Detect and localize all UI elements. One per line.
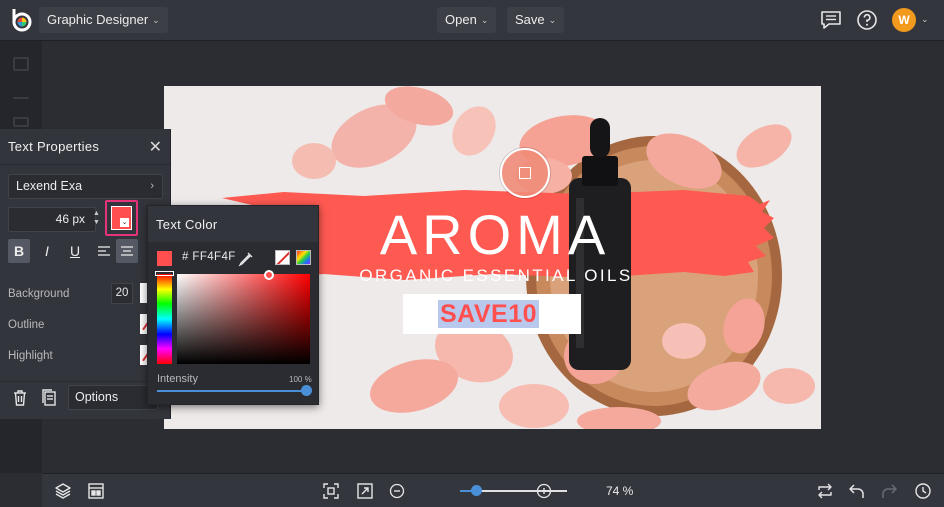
redo-icon[interactable] — [880, 482, 898, 500]
design-subtitle-text[interactable]: ORGANIC ESSENTIAL OILS — [352, 266, 640, 286]
no-color-button[interactable] — [275, 250, 290, 265]
help-icon[interactable] — [856, 9, 878, 31]
workspace-dropdown[interactable]: Graphic Designer ⌄ — [39, 7, 168, 33]
font-size-stepper[interactable]: ▲ ▼ — [93, 209, 100, 227]
promo-code-text[interactable]: SAVE10 — [438, 300, 540, 328]
hex-input[interactable]: # FF4F4F — [182, 251, 236, 263]
trash-icon[interactable] — [9, 387, 31, 409]
current-color-swatch — [157, 251, 172, 266]
open-label: Open — [445, 12, 477, 27]
underline-button[interactable]: U — [64, 239, 86, 263]
duplicate-icon[interactable] — [38, 387, 60, 409]
zoom-out-icon[interactable] — [388, 482, 406, 500]
history-icon[interactable] — [914, 482, 932, 500]
eyedropper-icon[interactable] — [238, 251, 254, 267]
hex-value: FF4F4F — [192, 251, 236, 263]
close-icon[interactable]: ✕ — [149, 137, 162, 157]
options-button[interactable]: Options — [68, 385, 158, 410]
fit-to-screen-icon[interactable] — [322, 482, 340, 500]
color-palette-button[interactable] — [296, 250, 311, 265]
text-properties-panel: Text Properties ✕ Lexend Exa › 46 px ▲ ▼ … — [0, 129, 171, 419]
saturation-value-picker[interactable] — [177, 274, 310, 364]
open-menu-button[interactable]: Open ⌄ — [437, 7, 497, 33]
bottom-bar: 74 % — [42, 473, 944, 507]
divider — [0, 381, 171, 382]
chevron-down-icon: ⌄ — [120, 218, 129, 227]
intensity-slider-track[interactable] — [157, 390, 307, 392]
image-tool-icon[interactable] — [13, 57, 29, 71]
chevron-down-icon: ⌄ — [480, 15, 489, 25]
font-size-input[interactable]: 46 px — [8, 207, 96, 232]
zoom-slider-handle[interactable] — [471, 485, 483, 496]
hue-slider[interactable] — [157, 274, 172, 364]
chevron-down-icon: ⌄ — [152, 15, 160, 25]
befunky-logo-icon[interactable] — [9, 8, 33, 32]
text-color-popup: Text Color # FF4F4F Intensity 100 % — [147, 205, 319, 405]
hex-prefix: # — [182, 251, 189, 263]
adjust-tool-icon[interactable] — [13, 89, 29, 99]
align-center-icon[interactable] — [116, 239, 138, 263]
undo-icon[interactable] — [848, 482, 866, 500]
background-label: Background — [8, 288, 70, 300]
user-avatar[interactable]: W — [892, 8, 916, 32]
chevron-down-icon[interactable]: ⌄ — [921, 14, 929, 25]
color-picker-handle[interactable] — [264, 270, 274, 280]
highlight-label: Highlight — [8, 350, 53, 362]
outline-label: Outline — [8, 319, 45, 331]
font-family-select[interactable]: Lexend Exa › — [8, 174, 163, 199]
text-properties-header: Text Properties ✕ — [0, 129, 170, 165]
workspace-label: Graphic Designer — [47, 12, 149, 27]
align-left-icon[interactable] — [93, 239, 115, 263]
intensity-value: 100 % — [289, 375, 312, 384]
rotate-handle[interactable] — [500, 148, 550, 198]
text-properties-title: Text Properties — [8, 139, 100, 154]
zoom-in-icon[interactable] — [535, 482, 553, 500]
chevron-down-icon: ⌄ — [548, 15, 557, 25]
save-menu-button[interactable]: Save ⌄ — [507, 7, 565, 33]
font-family-value: Lexend Exa — [16, 179, 83, 193]
zoom-level: 74 % — [606, 484, 634, 498]
background-value-input[interactable]: 20 — [111, 283, 133, 304]
save-label: Save — [515, 12, 545, 27]
layers-icon[interactable] — [54, 482, 72, 500]
color-picker-body: # FF4F4F Intensity 100 % — [148, 242, 318, 404]
italic-button[interactable]: I — [36, 239, 58, 263]
chevron-right-icon: › — [150, 180, 154, 192]
intensity-label: Intensity — [157, 373, 198, 385]
text-color-title: Text Color — [156, 217, 218, 232]
text-color-button[interactable]: ⌄ — [105, 200, 138, 236]
intensity-slider-handle[interactable] — [301, 385, 312, 396]
layout-tool-icon[interactable] — [13, 117, 29, 127]
rotate-handle-icon — [519, 167, 531, 179]
feedback-chat-icon[interactable] — [820, 9, 842, 31]
design-title-text[interactable]: AROMA — [350, 202, 640, 267]
hue-slider-handle[interactable] — [155, 271, 174, 276]
bold-button[interactable]: B — [8, 239, 30, 263]
swap-arrows-icon[interactable] — [816, 482, 834, 500]
actual-size-icon[interactable] — [356, 482, 374, 500]
template-icon[interactable] — [87, 482, 105, 500]
top-bar: Graphic Designer ⌄ Open ⌄ Save ⌄ W ⌄ — [0, 0, 944, 41]
text-color-swatch: ⌄ — [111, 206, 132, 230]
